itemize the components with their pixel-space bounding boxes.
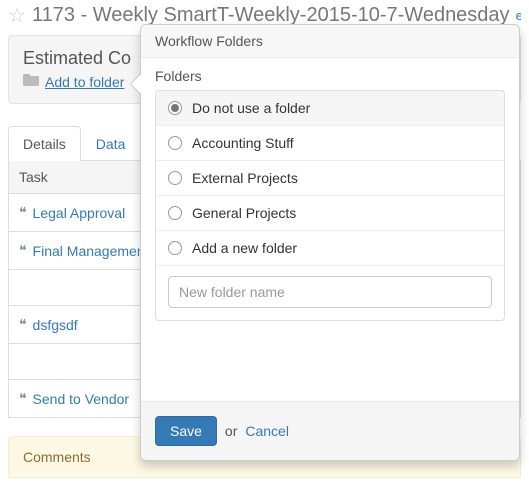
folder-option-label: Do not use a folder — [192, 100, 310, 116]
cancel-link[interactable]: Cancel — [245, 423, 289, 439]
folder-option-label: External Projects — [192, 170, 298, 186]
edit-link[interactable]: edit — [516, 8, 521, 23]
comment-icon: ❝ — [19, 204, 27, 221]
folder-option-add-new[interactable]: Add a new folder — [156, 231, 504, 266]
radio-icon — [168, 241, 182, 255]
save-button[interactable]: Save — [155, 416, 217, 446]
folder-option-none[interactable]: Do not use a folder — [156, 91, 504, 126]
radio-icon — [168, 136, 182, 150]
comment-icon: ❝ — [19, 316, 27, 333]
add-to-folder-link[interactable]: Add to folder — [45, 74, 124, 90]
folder-option-label: Add a new folder — [192, 240, 297, 256]
task-label: Final Management — [33, 243, 149, 259]
folder-radio-list: Do not use a folder Accounting Stuff Ext… — [155, 90, 505, 321]
task-label: Send to Vendor — [33, 391, 130, 407]
radio-icon — [168, 206, 182, 220]
new-folder-input[interactable] — [168, 276, 492, 308]
folders-label: Folders — [155, 68, 505, 84]
folder-option-label: General Projects — [192, 205, 296, 221]
folder-option-label: Accounting Stuff — [192, 135, 294, 151]
popover-title: Workflow Folders — [141, 25, 519, 58]
workflow-folders-popover: Workflow Folders Folders Do not use a fo… — [140, 24, 520, 461]
comment-icon: ❝ — [19, 242, 27, 259]
folder-icon — [23, 73, 39, 91]
radio-icon — [168, 101, 182, 115]
folder-option-external[interactable]: External Projects — [156, 161, 504, 196]
task-label: dsfgsdf — [33, 317, 78, 333]
comment-icon: ❝ — [19, 390, 27, 407]
or-text: or — [225, 423, 237, 439]
tab-details[interactable]: Details — [8, 126, 81, 161]
star-icon[interactable]: ☆ — [8, 6, 26, 26]
task-label: Legal Approval — [33, 205, 126, 221]
folder-option-general[interactable]: General Projects — [156, 196, 504, 231]
radio-icon — [168, 171, 182, 185]
folder-option-accounting[interactable]: Accounting Stuff — [156, 126, 504, 161]
tab-data[interactable]: Data — [81, 126, 141, 161]
popover-footer: Save or Cancel — [141, 401, 519, 460]
